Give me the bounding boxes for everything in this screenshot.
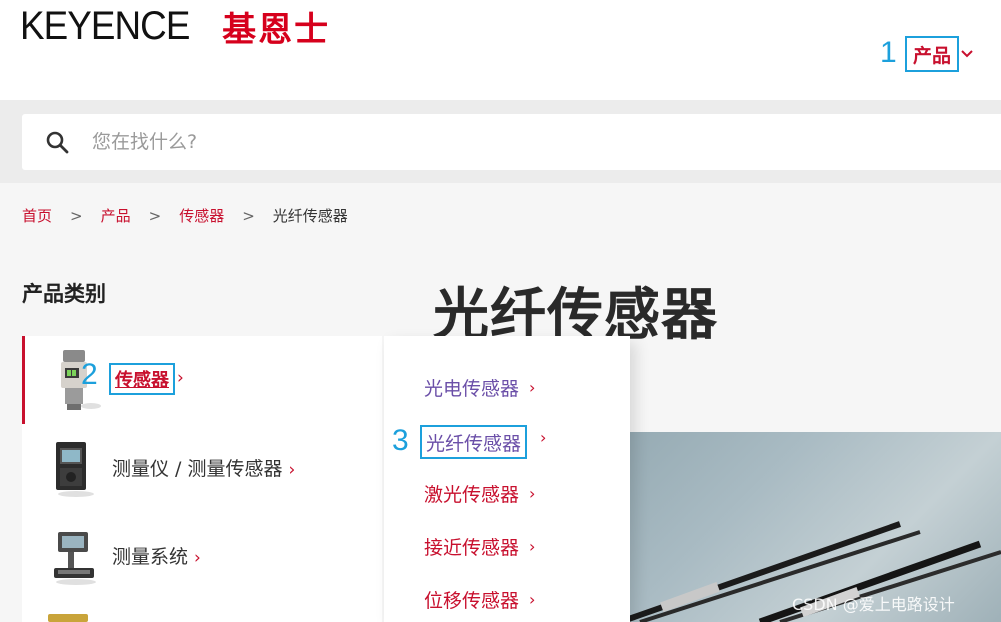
sidebar-item-measurement[interactable]: 测量仪 / 测量传感器 › xyxy=(22,424,382,512)
submenu-item-displacement[interactable]: 位移传感器 › xyxy=(424,586,535,613)
breadcrumb-separator: > xyxy=(242,206,255,225)
search-input[interactable] xyxy=(92,126,692,158)
breadcrumb-separator: > xyxy=(148,206,162,225)
measuring-instrument-image xyxy=(48,436,102,500)
measurement-system-image xyxy=(48,524,102,588)
chevron-right-icon: › xyxy=(540,428,547,447)
sensors-label-box[interactable]: 传感器 xyxy=(109,363,175,395)
sidebar-item-label: 测量仪 / 测量传感器 › xyxy=(112,454,295,481)
systems-label-text: 测量系统 xyxy=(112,546,189,568)
logo-chinese: 基恩士 xyxy=(222,9,331,50)
sidebar-item-label: 测量系统 › xyxy=(112,542,201,569)
chevron-right-icon: › xyxy=(194,548,201,568)
submenu-item-fiber[interactable]: 光纤传感器 xyxy=(420,425,528,459)
submenu-item-label: 位移传感器 xyxy=(424,590,520,612)
category-title: 产品类别 xyxy=(22,282,106,306)
breadcrumb: 首页 > 产品 > 传感器 > 光纤传感器 xyxy=(22,205,348,226)
chevron-right-icon: › xyxy=(177,368,184,388)
sidebar-item-label: 传感器 xyxy=(115,370,169,391)
submenu-item-proximity[interactable]: 接近传感器 › xyxy=(424,533,535,560)
submenu-item-laser[interactable]: 激光传感器 › xyxy=(424,480,535,507)
annotation-number-1: 1 xyxy=(880,36,897,69)
logo-wordmark: KEYENCE xyxy=(20,3,190,48)
chevron-right-icon: › xyxy=(529,537,536,556)
annotation-number-3: 3 xyxy=(392,424,409,457)
submenu-item-label: 激光传感器 xyxy=(424,484,520,506)
annotation-number-2: 2 xyxy=(81,358,98,391)
breadcrumb-current: 光纤传感器 xyxy=(272,207,348,225)
chevron-right-icon: › xyxy=(288,460,296,480)
chevron-right-icon: › xyxy=(529,590,536,609)
measurement-label-text: 测量仪 / 测量传感器 xyxy=(112,458,283,480)
chevron-down-icon[interactable] xyxy=(961,44,973,63)
submenu-item-label: 光纤传感器 xyxy=(426,432,522,455)
next-product-image xyxy=(48,614,88,622)
submenu-item-photoelectric[interactable]: 光电传感器 › xyxy=(424,374,535,401)
sidebar-item-sensors[interactable]: 2 传感器 › xyxy=(22,336,382,424)
submenu-item-label: 光电传感器 xyxy=(424,378,520,400)
sidebar-item-measurement-systems[interactable]: 测量系统 › xyxy=(22,512,382,600)
breadcrumb-products[interactable]: 产品 xyxy=(101,205,131,226)
breadcrumb-separator: > xyxy=(70,206,83,225)
watermark: CSDN @爱上电路设计 xyxy=(792,595,955,614)
submenu-item-label: 接近传感器 xyxy=(424,537,520,559)
nav-products-button[interactable]: 产品 xyxy=(905,36,959,72)
nav-products-label: 产品 xyxy=(912,44,951,67)
site-header: KEYENCE 基恩士 1 产品 xyxy=(0,0,1001,100)
sidebar-item-next[interactable] xyxy=(22,600,382,622)
search-icon[interactable] xyxy=(45,130,69,154)
breadcrumb-sensors[interactable]: 传感器 xyxy=(179,205,224,226)
keyence-logo[interactable]: KEYENCE 基恩士 xyxy=(20,3,331,50)
breadcrumb-home[interactable]: 首页 xyxy=(22,205,52,226)
chevron-right-icon: › xyxy=(529,378,536,397)
chevron-right-icon: › xyxy=(529,484,536,503)
sensors-submenu: 光电传感器 › 3 光纤传感器 › 激光传感器 › 接近传感器 › 位移传感器 … xyxy=(384,336,630,622)
